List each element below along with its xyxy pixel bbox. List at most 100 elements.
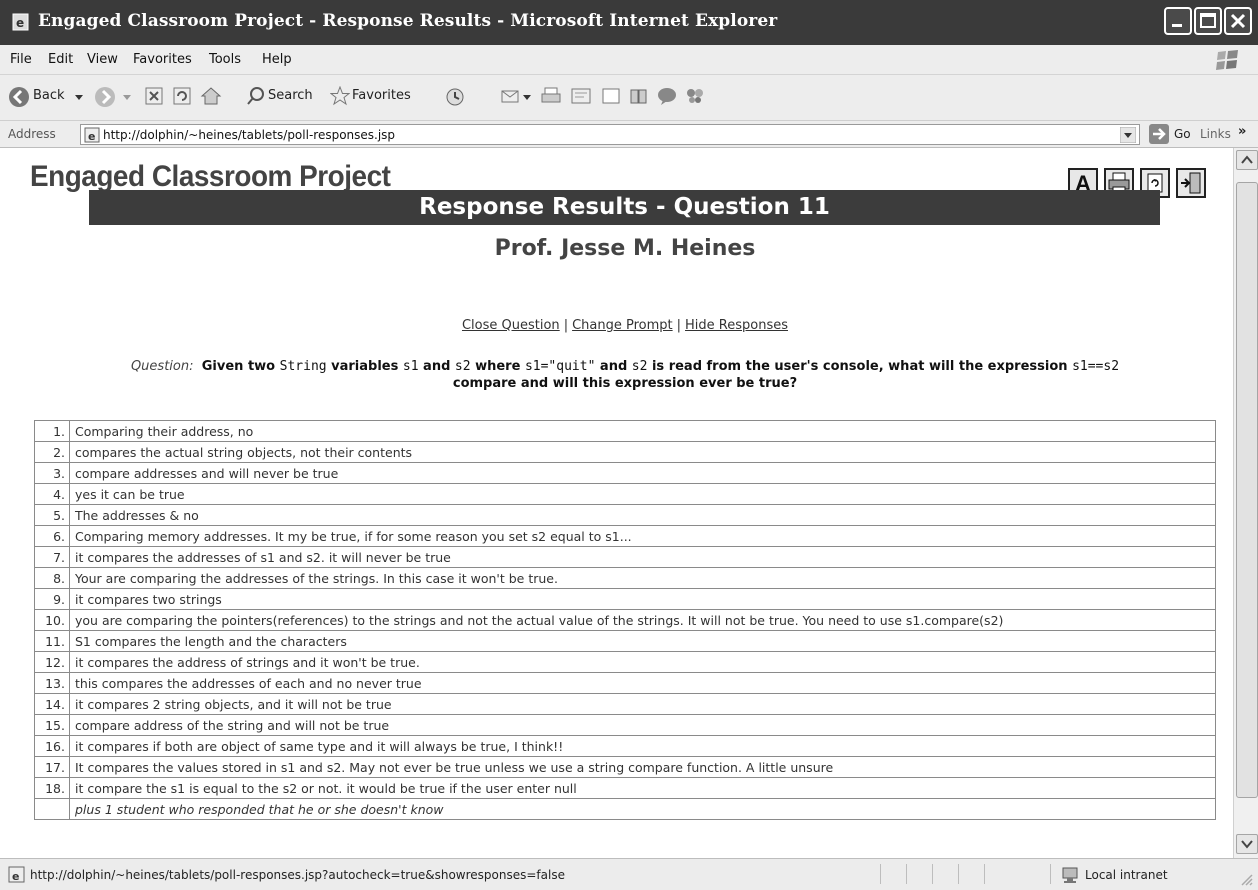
table-row: 8. Your are comparing the addresses of th…	[34, 567, 1216, 589]
table-row: 14. it compares 2 string objects, and it …	[34, 693, 1216, 715]
menu-file[interactable]: File	[10, 52, 32, 67]
links-overflow-icon[interactable]: »	[1238, 124, 1246, 139]
print-toolbar-icon[interactable]	[540, 86, 562, 106]
response-number	[34, 798, 70, 820]
response-number: 16.	[34, 735, 70, 757]
favorites-button[interactable]: Favorites	[352, 88, 411, 103]
toolbar: Back Search Favorites	[0, 75, 1258, 121]
maximize-button[interactable]	[1194, 7, 1222, 35]
menu-tools[interactable]: Tools	[209, 52, 241, 67]
chevron-down-icon	[1241, 840, 1253, 849]
status-divider	[932, 864, 933, 884]
response-number: 15.	[34, 714, 70, 736]
response-text: S1 compares the length and the character…	[69, 630, 1216, 652]
response-number: 10.	[34, 609, 70, 631]
response-text: yes it can be true	[69, 483, 1216, 505]
local-intranet-icon	[1062, 867, 1078, 883]
exit-button[interactable]	[1176, 168, 1206, 198]
status-divider	[984, 864, 985, 884]
address-input[interactable]: e http://dolphin/~heines/tablets/poll-re…	[80, 124, 1140, 145]
close-window-button[interactable]	[1224, 7, 1252, 35]
response-number: 2.	[34, 441, 70, 463]
ie-page-icon: e	[84, 127, 100, 143]
hide-responses-link[interactable]: Hide Responses	[685, 318, 788, 333]
scroll-thumb[interactable]	[1236, 182, 1258, 798]
action-separator: |	[563, 318, 569, 333]
address-url: http://dolphin/~heines/tablets/poll-resp…	[103, 128, 396, 142]
history-icon[interactable]	[444, 86, 466, 108]
vertical-scrollbar[interactable]	[1233, 148, 1258, 858]
question-label: Question:	[130, 359, 194, 374]
close-question-link[interactable]: Close Question	[462, 318, 560, 333]
scroll-down-button[interactable]	[1236, 834, 1258, 854]
favorites-star-icon[interactable]	[330, 86, 350, 106]
close-icon	[1230, 13, 1246, 29]
table-row: 4. yes it can be true	[34, 483, 1216, 505]
response-text: Comparing their address, no	[69, 420, 1216, 442]
response-number: 7.	[34, 546, 70, 568]
discuss-icon[interactable]	[600, 86, 622, 106]
responses-table: 1. Comparing their address, no 2. compares …	[34, 420, 1216, 820]
response-text: this compares the addresses of each and …	[69, 672, 1216, 694]
search-icon[interactable]	[246, 86, 266, 106]
status-divider	[880, 864, 881, 884]
menu-edit[interactable]: Edit	[48, 52, 73, 67]
search-button[interactable]: Search	[268, 88, 313, 103]
resize-grip-icon[interactable]	[1240, 873, 1254, 887]
links-button[interactable]: Links	[1200, 127, 1231, 141]
table-row: 6. Comparing memory addresses. It my be t…	[34, 525, 1216, 547]
response-text: compares the actual string objects, not …	[69, 441, 1216, 463]
ie-page-icon: e	[12, 13, 29, 31]
response-number: 9.	[34, 588, 70, 610]
table-row: 17. It compares the values stored in s1 a…	[34, 756, 1216, 778]
msn-butterfly-icon[interactable]	[684, 86, 706, 106]
go-arrow-icon[interactable]	[1148, 123, 1170, 145]
address-bar: Address e http://dolphin/~heines/tablets…	[0, 121, 1258, 148]
table-row: 11. S1 compares the length and the charac…	[34, 630, 1216, 652]
action-separator: |	[676, 318, 682, 333]
question-actions: Close Question | Change Prompt | Hide Respon…	[0, 318, 1233, 333]
stop-icon[interactable]	[144, 86, 164, 106]
title-bar: e Engaged Classroom Project - Response R…	[0, 0, 1258, 45]
menu-bar: File Edit View Favorites Tools Help	[0, 45, 1258, 75]
table-row: 13. this compares the addresses of each a…	[34, 672, 1216, 694]
minimize-button[interactable]	[1164, 7, 1192, 35]
messenger-icon[interactable]	[656, 86, 678, 106]
response-number: 17.	[34, 756, 70, 778]
mail-dropdown-icon[interactable]	[522, 92, 532, 102]
response-text: you are comparing the pointers(reference…	[69, 609, 1216, 631]
refresh-page-icon[interactable]	[172, 86, 192, 106]
menu-favorites[interactable]: Favorites	[133, 52, 192, 67]
response-number: 8.	[34, 567, 70, 589]
forward-arrow-icon[interactable]	[94, 86, 116, 108]
table-row: 12. it compares the address of strings an…	[34, 651, 1216, 673]
mail-icon[interactable]	[500, 86, 522, 106]
maximize-icon	[1200, 13, 1216, 28]
back-dropdown-icon[interactable]	[74, 92, 84, 102]
table-row: 15. compare address of the string and wil…	[34, 714, 1216, 736]
menu-help[interactable]: Help	[262, 52, 292, 67]
question-text: Given two String variables s1 and s2 whe…	[201, 359, 1120, 391]
status-url: http://dolphin/~heines/tablets/poll-resp…	[30, 868, 565, 882]
responses-table-body: 1. Comparing their address, no 2. compares …	[34, 420, 1216, 820]
exit-icon	[1181, 172, 1201, 194]
response-number: 14.	[34, 693, 70, 715]
back-button[interactable]: Back	[33, 88, 65, 103]
response-text: it compares the addresses of s1 and s2. …	[69, 546, 1216, 568]
edit-icon[interactable]	[570, 86, 592, 106]
response-text: Comparing memory addresses. It my be tru…	[69, 525, 1216, 547]
menu-view[interactable]: View	[87, 52, 118, 67]
research-icon[interactable]	[628, 86, 650, 106]
address-dropdown-icon[interactable]	[1120, 127, 1136, 143]
address-label: Address	[8, 127, 56, 141]
home-icon[interactable]	[200, 86, 222, 106]
svg-text:e: e	[12, 870, 19, 883]
back-arrow-icon[interactable]	[8, 86, 30, 108]
scroll-up-button[interactable]	[1236, 150, 1258, 170]
change-prompt-link[interactable]: Change Prompt	[572, 318, 673, 333]
response-number: 18.	[34, 777, 70, 799]
go-button[interactable]: Go	[1174, 127, 1191, 141]
response-number: 4.	[34, 483, 70, 505]
response-text: it compare the s1 is equal to the s2 or …	[69, 777, 1216, 799]
forward-dropdown-icon[interactable]	[122, 92, 132, 102]
